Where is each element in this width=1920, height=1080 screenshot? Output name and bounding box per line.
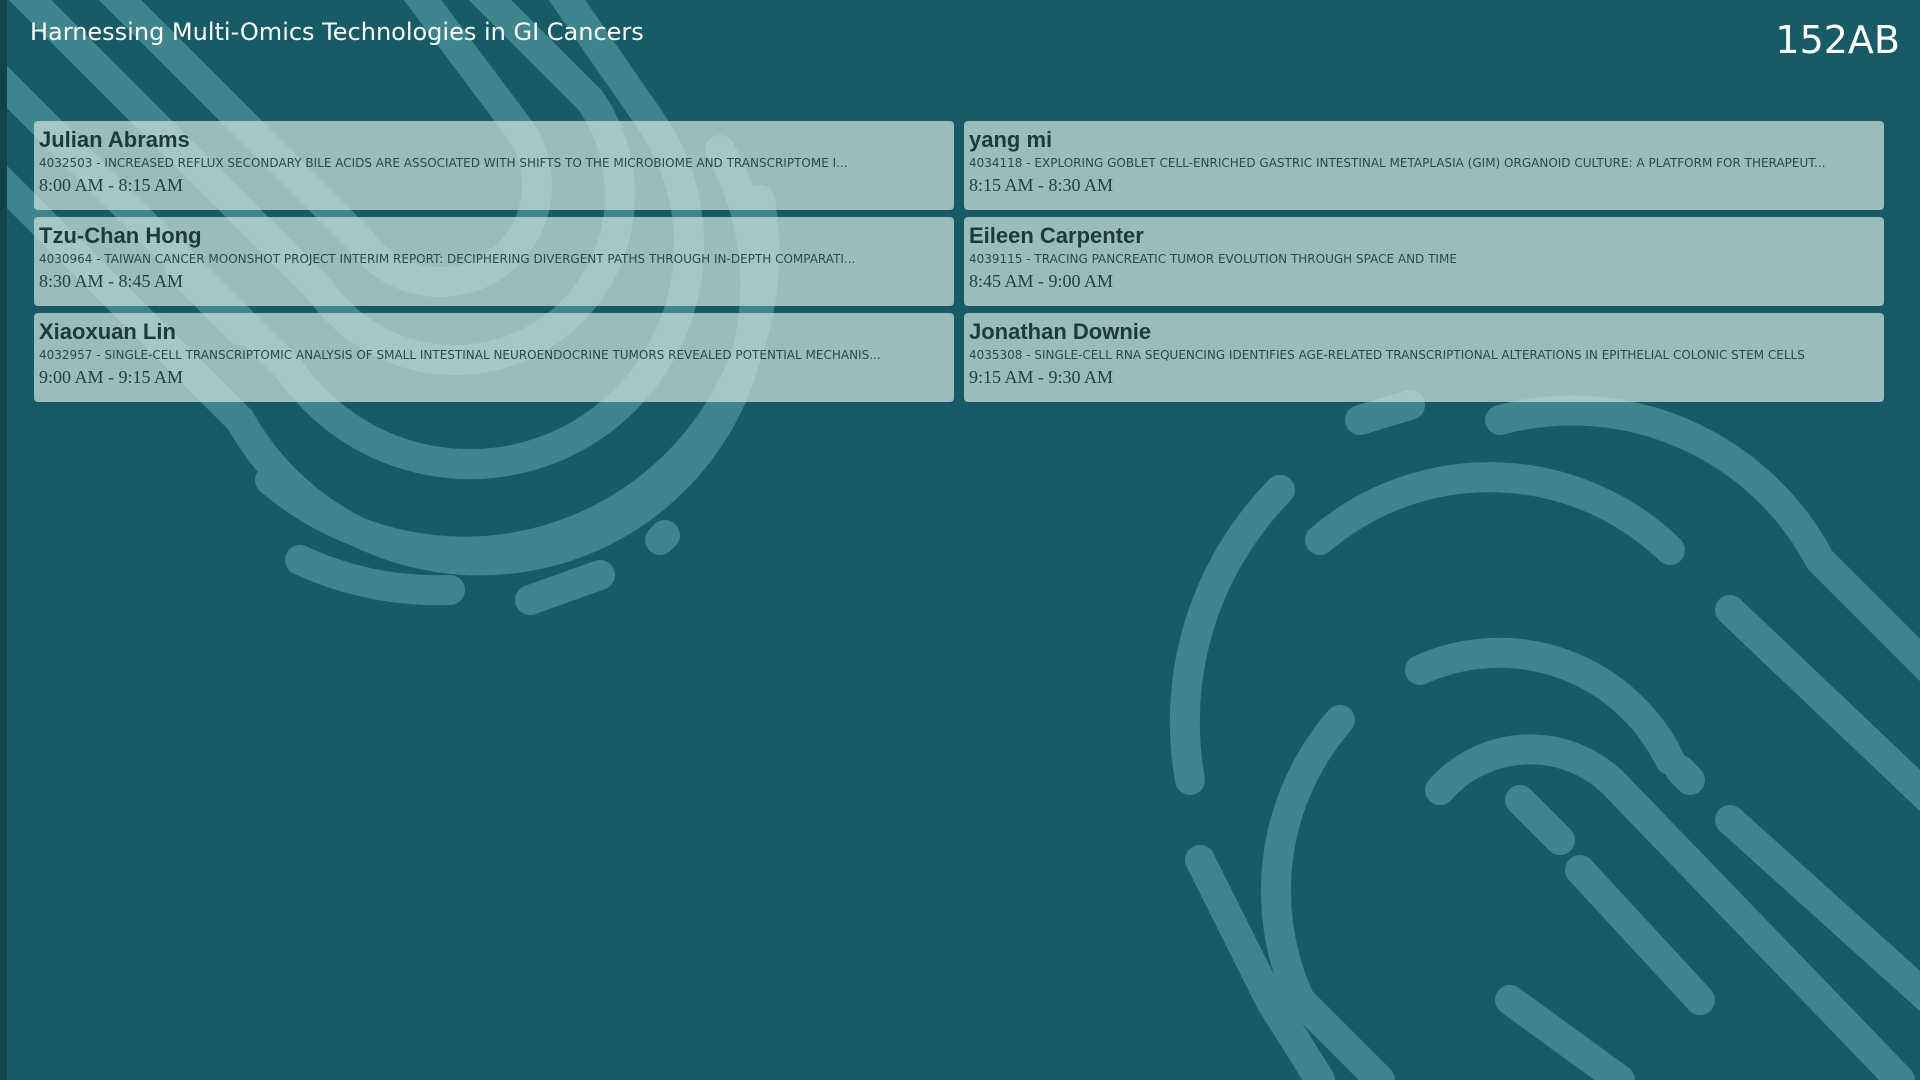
session-title: Harnessing Multi-Omics Technologies in G… <box>30 18 644 46</box>
presentation-card: Xiaoxuan Lin 4032957 - SINGLE-CELL TRANS… <box>34 313 954 402</box>
presentation-card: Tzu-Chan Hong 4030964 - TAIWAN CANCER MO… <box>34 217 954 306</box>
presentation-grid: Julian Abrams 4032503 - INCREASED REFLUX… <box>34 121 1884 402</box>
time-slot: 8:00 AM - 8:15 AM <box>39 175 184 195</box>
abstract-title: 4034118 - EXPLORING GOBLET CELL-ENRICHED… <box>969 156 1826 170</box>
speaker-name: Eileen Carpenter <box>969 223 1144 248</box>
presentation-card: Jonathan Downie 4035308 - SINGLE-CELL RN… <box>964 313 1884 402</box>
presentation-card: Julian Abrams 4032503 - INCREASED REFLUX… <box>34 121 954 210</box>
speaker-name: Julian Abrams <box>39 127 190 152</box>
time-slot: 8:45 AM - 9:00 AM <box>969 271 1114 291</box>
abstract-title: 4030964 - TAIWAN CANCER MOONSHOT PROJECT… <box>39 252 856 266</box>
abstract-title: 4039115 - TRACING PANCREATIC TUMOR EVOLU… <box>969 252 1457 266</box>
time-slot: 9:15 AM - 9:30 AM <box>969 367 1114 387</box>
time-slot: 8:30 AM - 8:45 AM <box>39 271 184 291</box>
left-edge-bar <box>0 0 7 1080</box>
abstract-title: 4032957 - SINGLE-CELL TRANSCRIPTOMIC ANA… <box>39 348 881 362</box>
time-slot: 9:00 AM - 9:15 AM <box>39 367 184 387</box>
presentation-card: yang mi 4034118 - EXPLORING GOBLET CELL-… <box>964 121 1884 210</box>
abstract-title: 4032503 - INCREASED REFLUX SECONDARY BIL… <box>39 156 848 170</box>
speaker-name: yang mi <box>969 127 1053 152</box>
abstract-title: 4035308 - SINGLE-CELL RNA SEQUENCING IDE… <box>969 348 1805 362</box>
time-slot: 8:15 AM - 8:30 AM <box>969 175 1114 195</box>
speaker-name: Jonathan Downie <box>969 319 1152 344</box>
speaker-name: Xiaoxuan Lin <box>39 319 176 344</box>
speaker-name: Tzu-Chan Hong <box>39 223 202 248</box>
room-number: 152AB <box>1775 18 1900 62</box>
presentation-card: Eileen Carpenter 4039115 - TRACING PANCR… <box>964 217 1884 306</box>
